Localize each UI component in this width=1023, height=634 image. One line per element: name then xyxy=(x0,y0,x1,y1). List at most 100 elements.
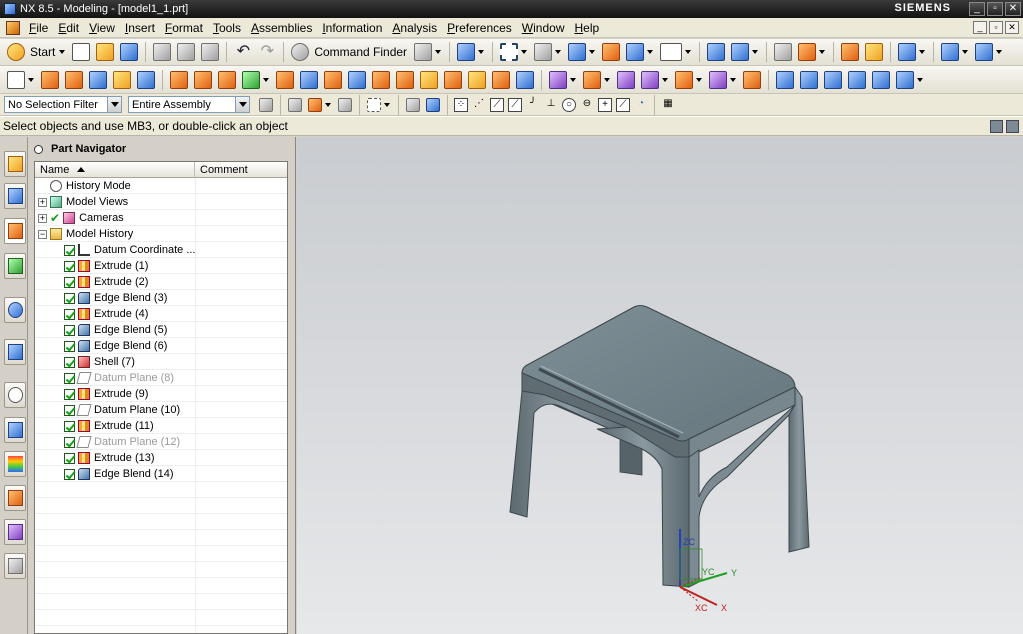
face-rule-icon[interactable] xyxy=(308,97,322,112)
visibility-checkbox[interactable] xyxy=(64,308,75,320)
resize-dropdown-icon[interactable] xyxy=(730,77,736,82)
move-face-dropdown-icon[interactable] xyxy=(604,77,610,82)
doc-minimize-button[interactable]: _ xyxy=(973,21,987,34)
select-body-icon[interactable] xyxy=(406,97,420,112)
bounded-plane-icon[interactable] xyxy=(872,70,890,89)
feature-selection-icon[interactable] xyxy=(288,97,302,112)
snap-center-icon[interactable]: ○ xyxy=(562,97,576,112)
replace-dropdown-icon[interactable] xyxy=(662,77,668,82)
cut-icon[interactable] xyxy=(153,43,172,61)
general-selection-icon[interactable] xyxy=(259,97,273,112)
save-icon[interactable] xyxy=(120,43,139,61)
model-viewport[interactable]: ZC YC Y XC X xyxy=(297,137,1023,634)
menu-tools[interactable]: Tools xyxy=(208,21,246,35)
snap-curve-icon[interactable]: ╯ xyxy=(526,98,540,112)
visibility-checkbox[interactable] xyxy=(64,404,75,416)
through-curves-icon[interactable] xyxy=(800,70,818,89)
paste-icon[interactable] xyxy=(201,43,220,61)
history-tab[interactable] xyxy=(4,382,26,408)
pull-face-icon[interactable] xyxy=(617,70,635,89)
information-icon[interactable] xyxy=(457,43,476,61)
tree-row[interactable]: + ✔ Cameras xyxy=(35,210,287,226)
boolean-icon[interactable] xyxy=(137,70,155,89)
system-scenes-tab[interactable] xyxy=(4,451,26,477)
collapse-icon[interactable]: − xyxy=(38,229,47,239)
menu-file[interactable]: File xyxy=(24,21,53,35)
wcs-origin-icon[interactable] xyxy=(731,43,750,61)
menu-assemblies[interactable]: Assemblies xyxy=(246,21,317,35)
surface-dropdown-icon[interactable] xyxy=(917,77,923,82)
visibility-checkbox[interactable] xyxy=(64,468,75,480)
reuse-library-tab[interactable] xyxy=(4,253,26,279)
expand-icon[interactable]: + xyxy=(38,197,47,207)
tree-row[interactable]: Extrude (2) xyxy=(35,274,287,290)
tree-row[interactable]: Datum Plane (10) xyxy=(35,402,287,418)
analysis-icon[interactable] xyxy=(841,43,860,61)
nx-menu-icon[interactable] xyxy=(6,20,20,35)
fit-view-icon[interactable] xyxy=(500,43,519,61)
tree-row[interactable]: − Model History xyxy=(35,226,287,242)
snap-endpoint-icon[interactable]: ⟋ xyxy=(490,97,504,112)
wcs-icon[interactable] xyxy=(707,43,726,61)
point-icon[interactable] xyxy=(218,70,236,89)
offset-face-icon[interactable] xyxy=(444,70,462,89)
print-tab[interactable] xyxy=(4,553,26,579)
hd3d-tools-tab[interactable] xyxy=(4,297,26,323)
visibility-checkbox[interactable] xyxy=(64,388,75,400)
tree-row[interactable]: Extrude (1) xyxy=(35,258,287,274)
rectangle-select-icon[interactable] xyxy=(367,97,381,112)
comment-column-header[interactable]: Comment xyxy=(195,162,287,178)
wcs-dropdown-icon[interactable] xyxy=(752,50,759,54)
visibility-checkbox[interactable] xyxy=(64,340,75,352)
render-style-icon[interactable] xyxy=(534,43,553,61)
copy-icon[interactable] xyxy=(177,43,196,61)
resize-blend-icon[interactable] xyxy=(709,70,727,89)
background-icon[interactable] xyxy=(660,43,683,61)
start-icon[interactable] xyxy=(7,43,25,61)
name-column-header[interactable]: Name xyxy=(35,162,195,178)
visibility-checkbox[interactable] xyxy=(64,420,75,432)
constraint-navigator-tab[interactable] xyxy=(4,183,26,209)
menu-help[interactable]: Help xyxy=(569,21,604,35)
select-mode-dropdown-icon[interactable] xyxy=(384,102,390,107)
table-part-body[interactable] xyxy=(509,305,810,588)
surface-icon[interactable] xyxy=(776,70,794,89)
tree-row[interactable]: History Mode xyxy=(35,178,287,194)
tree-row[interactable]: + Model Views xyxy=(35,194,287,210)
offset-region-icon[interactable] xyxy=(743,70,761,89)
part-navigator-tab[interactable] xyxy=(4,218,26,244)
move-object-icon[interactable] xyxy=(898,43,917,61)
command-finder-button[interactable]: Command Finder xyxy=(314,45,407,59)
draft-icon[interactable] xyxy=(348,70,366,89)
section-dropdown-icon[interactable] xyxy=(962,50,969,54)
doc-restore-button[interactable]: ▫ xyxy=(989,21,1003,34)
datum-plane-tool-icon[interactable] xyxy=(170,70,188,89)
show-hide-dropdown-icon[interactable] xyxy=(647,50,654,54)
fit-dropdown-icon[interactable] xyxy=(521,50,528,54)
constraints-icon[interactable] xyxy=(798,43,817,61)
pattern-icon[interactable] xyxy=(396,70,414,89)
system-materials-tab[interactable] xyxy=(4,417,26,443)
curve-rule-icon[interactable] xyxy=(338,97,352,112)
repeat-dropdown-icon[interactable] xyxy=(435,50,442,54)
chevron-down-icon[interactable] xyxy=(235,97,249,112)
visibility-checkbox[interactable] xyxy=(64,372,75,384)
command-finder-icon[interactable] xyxy=(291,43,310,61)
open-folder-icon[interactable] xyxy=(96,43,115,61)
visibility-checkbox[interactable] xyxy=(64,436,75,448)
visibility-checkbox[interactable] xyxy=(64,276,75,288)
assembly-navigator-tab[interactable] xyxy=(4,151,26,177)
tree-row[interactable]: Shell (7) xyxy=(35,354,287,370)
menu-window[interactable]: Window xyxy=(517,21,570,35)
roles-tab[interactable] xyxy=(4,485,26,511)
delete-face-icon[interactable] xyxy=(675,70,693,89)
visibility-checkbox[interactable] xyxy=(64,292,75,304)
dimension-icon[interactable] xyxy=(975,43,994,61)
render-dropdown-icon[interactable] xyxy=(555,50,562,54)
assembly-scope-select[interactable]: Entire Assembly xyxy=(128,96,250,113)
thicken-icon[interactable] xyxy=(468,70,486,89)
delete-dropdown-icon[interactable] xyxy=(696,77,702,82)
status-icon[interactable] xyxy=(990,120,1003,133)
select-face-icon[interactable] xyxy=(426,97,440,112)
block-icon[interactable] xyxy=(89,70,107,89)
